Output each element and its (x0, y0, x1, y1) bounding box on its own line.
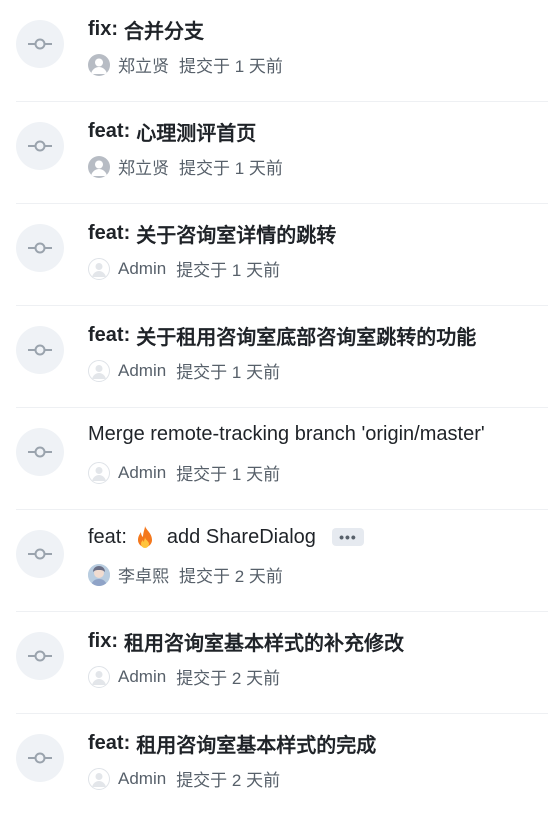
commit-type: fix: (88, 630, 118, 652)
git-commit-icon (16, 734, 64, 782)
fire-icon (135, 525, 155, 549)
avatar[interactable] (88, 359, 110, 382)
git-commit-icon (16, 20, 64, 68)
commit-message: 租用咨询室基本样式的补充修改 (124, 633, 404, 655)
commit-time: 提交于 2 天前 (179, 567, 283, 586)
author-name[interactable]: Admin (118, 361, 166, 381)
avatar[interactable] (88, 767, 110, 790)
more-button[interactable]: ••• (331, 528, 364, 546)
commit-meta: 郑立贤 提交于 1 天前 (88, 52, 283, 77)
commit-message: 关于咨询室详情的跳转 (136, 225, 337, 247)
commit-row[interactable]: feat: 关于租用咨询室底部咨询室跳转的功能 Admin 提交于 1 天前 (16, 306, 548, 408)
commit-title[interactable]: feat: 关于咨询室详情的跳转 (88, 219, 336, 248)
author-name[interactable]: Admin (118, 463, 166, 483)
commit-message: add ShareDialog (166, 525, 316, 548)
commit-title[interactable]: feat: 心理测评首页 (88, 117, 256, 146)
commit-row[interactable]: feat: 租用咨询室基本样式的完成 Admin 提交于 2 天前 (16, 714, 548, 816)
avatar[interactable] (88, 257, 110, 280)
git-commit-icon (16, 530, 64, 578)
commit-message: 心理测评首页 (136, 123, 257, 145)
commit-type: fix: (88, 18, 118, 40)
commit-meta: Admin 提交于 2 天前 (88, 664, 280, 689)
author-name[interactable]: 郑立贤 (118, 154, 169, 179)
commit-time: 提交于 1 天前 (176, 465, 281, 484)
commit-title[interactable]: fix: 合并分支 (88, 15, 204, 44)
avatar[interactable] (88, 155, 110, 178)
commit-time: 提交于 1 天前 (179, 159, 283, 178)
avatar[interactable] (88, 461, 110, 484)
commit-title[interactable]: fix: 租用咨询室基本样式的补充修改 (88, 627, 404, 656)
commit-type: feat: (88, 222, 131, 244)
commit-message: 租用咨询室基本样式的完成 (136, 735, 377, 757)
commit-message: Merge remote-tracking branch 'origin/mas… (88, 423, 485, 445)
commit-type: feat: (88, 732, 131, 754)
commit-meta: 李卓熙 提交于 2 天前 (88, 562, 283, 587)
git-commit-icon (16, 428, 64, 476)
commit-title[interactable]: feat: add ShareDialog ••• (88, 525, 364, 549)
commit-list: fix: 合并分支 郑立贤 提交于 1 天前 feat: 心理测评首页 郑立贤 … (0, 0, 548, 816)
author-name[interactable]: 郑立贤 (118, 52, 169, 77)
author-name[interactable]: Admin (118, 667, 166, 687)
commit-row[interactable]: feat: 关于咨询室详情的跳转 Admin 提交于 1 天前 (16, 204, 548, 306)
commit-meta: Admin 提交于 2 天前 (88, 766, 280, 791)
author-name[interactable]: Admin (118, 769, 166, 789)
commit-time: 提交于 1 天前 (179, 57, 283, 76)
commit-row[interactable]: feat: 心理测评首页 郑立贤 提交于 1 天前 (16, 102, 548, 204)
commit-title[interactable]: feat: 关于租用咨询室底部咨询室跳转的功能 (88, 321, 476, 350)
commit-meta: 郑立贤 提交于 1 天前 (88, 154, 283, 179)
git-commit-icon (16, 326, 64, 374)
commit-time: 提交于 2 天前 (176, 771, 281, 790)
commit-row[interactable]: fix: 合并分支 郑立贤 提交于 1 天前 (16, 0, 548, 102)
commit-time: 提交于 1 天前 (176, 261, 281, 280)
commit-time: 提交于 1 天前 (176, 363, 281, 382)
commit-type: feat: (88, 120, 131, 142)
commit-meta: Admin 提交于 1 天前 (88, 256, 280, 281)
commit-time: 提交于 2 天前 (176, 669, 281, 688)
commit-title[interactable]: feat: 租用咨询室基本样式的完成 (88, 729, 376, 758)
git-commit-icon (16, 224, 64, 272)
commit-type: feat: (88, 525, 127, 548)
commit-title[interactable]: Merge remote-tracking branch 'origin/mas… (88, 423, 485, 446)
author-name[interactable]: Admin (118, 259, 166, 279)
commit-type: feat: (88, 324, 131, 346)
commit-meta: Admin 提交于 1 天前 (88, 460, 280, 485)
commit-message: 合并分支 (124, 21, 204, 43)
commit-row[interactable]: feat: add ShareDialog ••• 李卓熙 提交于 2 天前 (16, 510, 548, 612)
commit-meta: Admin 提交于 1 天前 (88, 358, 280, 383)
avatar[interactable] (88, 563, 110, 586)
commit-row[interactable]: Merge remote-tracking branch 'origin/mas… (16, 408, 548, 510)
git-commit-icon (16, 632, 64, 680)
commit-message: 关于租用咨询室底部咨询室跳转的功能 (136, 327, 477, 349)
git-commit-icon (16, 122, 64, 170)
author-name[interactable]: 李卓熙 (118, 562, 169, 587)
avatar[interactable] (88, 665, 110, 688)
commit-row[interactable]: fix: 租用咨询室基本样式的补充修改 Admin 提交于 2 天前 (16, 612, 548, 714)
avatar[interactable] (88, 53, 110, 76)
